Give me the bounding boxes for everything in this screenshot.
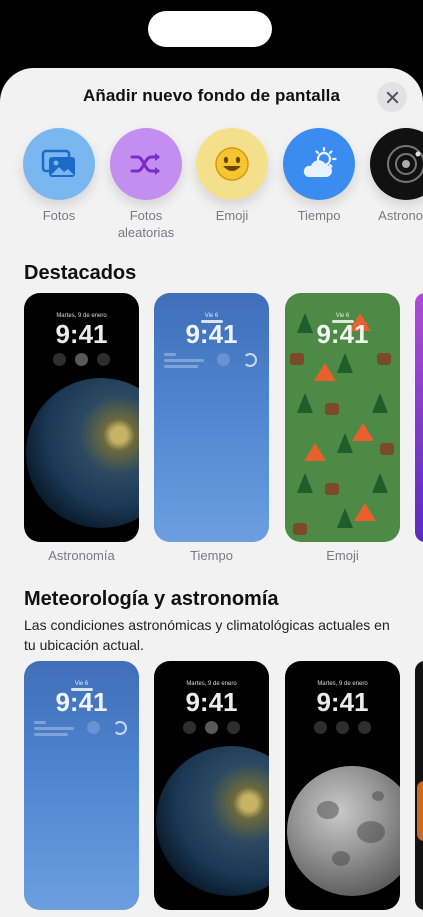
widget	[358, 721, 371, 734]
widget	[97, 353, 110, 366]
close-icon	[386, 91, 398, 103]
category-circle	[110, 128, 182, 200]
category-label: Fotos aleatorias	[117, 208, 175, 240]
widget	[314, 721, 327, 734]
category-emoji[interactable]: Emoji	[187, 128, 277, 224]
widget	[53, 353, 66, 366]
activity-ring-icon	[113, 721, 127, 735]
wallpaper-card-emoji[interactable]: Vie 6 9:41	[285, 293, 400, 542]
wallpaper-card-astronomy[interactable]: Martes, 9 de enero 9:41	[24, 293, 139, 542]
category-label: Astronom	[378, 208, 423, 223]
wallpaper-card-label: Tiempo	[190, 548, 233, 563]
lock-widgets	[285, 721, 400, 734]
wallpaper-card-earth[interactable]: Martes, 9 de enero 9:41	[154, 661, 269, 910]
lock-widgets	[154, 721, 269, 734]
earth-image	[26, 378, 139, 528]
lock-time: 9:41	[55, 319, 108, 349]
wallpaper-card-weather[interactable]: Vie 6 9:41	[154, 293, 269, 542]
wallpaper-card-partial[interactable]	[415, 293, 423, 542]
widget	[183, 721, 196, 734]
weather-icon	[303, 147, 337, 177]
category-circle	[196, 128, 268, 200]
widget	[87, 721, 100, 734]
wallpaper-card-moon[interactable]: Martes, 9 de enero 9:41	[285, 661, 400, 910]
category-circle	[23, 128, 95, 200]
lock-time: 9:41	[185, 319, 238, 349]
astronomy-icon	[387, 145, 423, 183]
lock-time: 9:41	[185, 687, 238, 717]
lock-time: 9:41	[316, 319, 369, 349]
widget	[217, 353, 230, 366]
moon-image	[287, 766, 400, 896]
wallpaper-card-label: Astronomía	[48, 548, 115, 563]
earth-image	[156, 746, 269, 896]
category-label: Emoji	[215, 208, 249, 223]
category-astronomy[interactable]: Astronom	[361, 128, 423, 224]
featured-section-title: Destacados	[24, 262, 137, 284]
weather-widget	[34, 721, 74, 739]
widget	[205, 721, 218, 734]
category-label: Fotos	[42, 208, 76, 223]
add-wallpaper-sheet: Añadir nuevo fondo de pantalla Fotos Fot…	[0, 68, 423, 917]
weather-astronomy-section-title: Meteorología y astronomía	[24, 588, 279, 610]
sheet-title: Añadir nuevo fondo de pantalla	[82, 86, 341, 105]
category-circle	[370, 128, 423, 200]
shuffle-icon	[130, 153, 160, 175]
smiley-icon	[215, 147, 249, 181]
wallpaper-card-partial[interactable]	[415, 661, 423, 910]
wallpaper-card-label: Emoji	[326, 548, 359, 563]
weather-astronomy-description: Las condiciones astronómicas y climatoló…	[24, 617, 390, 653]
category-label: Tiempo	[297, 208, 341, 223]
category-row: Fotos Fotos aleatorias Emoji Tiempo Astr…	[0, 128, 423, 248]
widget	[336, 721, 349, 734]
close-button[interactable]	[377, 82, 407, 112]
activity-ring-icon	[243, 353, 257, 367]
lock-widgets	[24, 353, 139, 366]
widget	[75, 353, 88, 366]
category-weather[interactable]: Tiempo	[274, 128, 364, 224]
dynamic-island	[148, 11, 272, 47]
lock-time: 9:41	[316, 687, 369, 717]
widget	[227, 721, 240, 734]
category-shuffle-photos[interactable]: Fotos aleatorias	[101, 128, 191, 241]
category-circle	[283, 128, 355, 200]
photos-icon	[41, 149, 75, 177]
weather-widget	[164, 353, 204, 371]
wallpaper-card-weather[interactable]: Vie 6 9:41	[24, 661, 139, 910]
lock-time: 9:41	[55, 687, 108, 717]
category-photos[interactable]: Fotos	[14, 128, 104, 224]
